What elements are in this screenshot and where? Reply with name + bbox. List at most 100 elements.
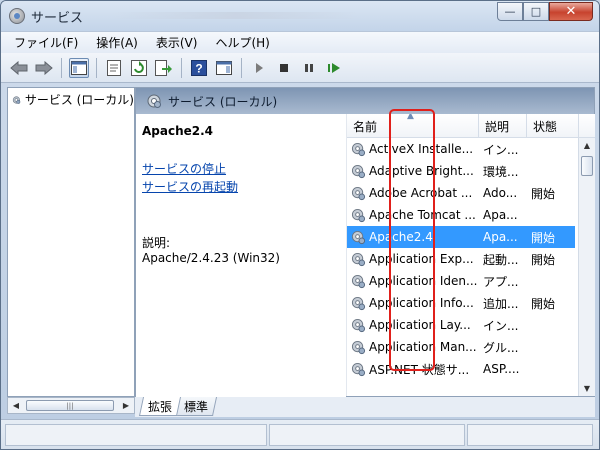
service-name-cell: Application Lay...	[351, 314, 479, 336]
service-gear-icon	[351, 252, 366, 266]
service-gear-icon	[351, 186, 366, 200]
action-pane-icon[interactable]	[214, 58, 234, 78]
tab-standard[interactable]: 標準	[174, 397, 218, 416]
toolbar-separator	[181, 57, 182, 78]
refresh-icon[interactable]	[129, 58, 149, 78]
service-description-cell: イン...	[483, 142, 519, 157]
stop-service-link[interactable]: サービスの停止	[142, 160, 226, 177]
service-name: Application Info...	[369, 296, 474, 310]
service-description-cell: グル...	[483, 340, 519, 355]
export-icon[interactable]	[154, 58, 174, 78]
gear-icon	[147, 94, 161, 108]
stop-icon[interactable]	[274, 58, 294, 78]
service-name: Apache2.4	[369, 230, 433, 244]
list-vertical-scrollbar[interactable]: ▲ ▼	[578, 138, 595, 396]
service-name-cell: Adaptive Bright...	[351, 160, 479, 182]
minimize-button[interactable]: —	[497, 2, 523, 21]
toolbar-separator	[61, 57, 62, 78]
scroll-up-icon[interactable]: ▲	[579, 138, 595, 153]
services-app-icon	[9, 8, 25, 24]
maximize-button[interactable]: □	[523, 2, 549, 21]
window-title: サービス	[31, 11, 84, 26]
table-row[interactable]: Application Man... グル...	[347, 336, 575, 358]
restart-service-link[interactable]: サービスの再起動	[142, 178, 238, 195]
table-row[interactable]: Apache Tomcat ... Apa...	[347, 204, 575, 226]
service-gear-icon	[351, 208, 366, 222]
left-horizontal-scrollbar[interactable]: ◀ ||| ▶	[7, 397, 135, 414]
service-gear-icon	[351, 274, 366, 288]
service-gear-icon	[351, 164, 366, 178]
console-tree-icon[interactable]	[69, 57, 89, 78]
table-row[interactable]: Apache2.4 Apa... 開始	[347, 226, 575, 248]
service-description-cell: Apa...	[483, 208, 518, 222]
forward-icon[interactable]	[34, 58, 54, 78]
scroll-thumb[interactable]	[581, 156, 593, 176]
menu-help[interactable]: ヘルプ(H)	[206, 34, 278, 51]
service-name-cell: Application Man...	[351, 336, 479, 358]
service-detail-panel: Apache2.4 サービスの停止 サービスの再起動 説明: Apache/2.…	[136, 114, 346, 398]
pause-icon[interactable]	[299, 58, 319, 78]
service-name-cell: ActiveX Installe...	[351, 138, 479, 160]
service-description-cell: イン...	[483, 318, 519, 333]
view-tabs: 拡張 標準	[135, 397, 595, 417]
service-status-cell	[531, 138, 571, 160]
title-blurred-area	[111, 12, 361, 19]
scroll-right-icon[interactable]: ▶	[118, 398, 134, 413]
table-row[interactable]: Application Info... 追加... 開始	[347, 292, 575, 314]
service-name: Application Iden...	[369, 274, 478, 288]
pane-header: サービス (ローカル)	[136, 88, 594, 114]
table-row[interactable]: Adobe Acrobat ... Ado... 開始	[347, 182, 575, 204]
description-value: Apache/2.4.23 (Win32)	[142, 251, 280, 265]
properties-icon[interactable]	[104, 58, 124, 78]
column-description-label: 説明	[485, 119, 510, 134]
table-row[interactable]: Adaptive Bright... 環境...	[347, 160, 575, 182]
table-row[interactable]: ASP.NET 状態サ... ASP....	[347, 358, 575, 380]
status-bar-cell	[5, 424, 267, 446]
close-button[interactable]: ✕	[549, 2, 593, 21]
play-icon[interactable]	[249, 58, 269, 78]
service-gear-icon	[351, 296, 366, 310]
restart-icon[interactable]	[324, 58, 344, 78]
service-name: ActiveX Installe...	[369, 142, 474, 156]
service-description-cell: Ado...	[483, 186, 518, 200]
column-header-name[interactable]: 名前 ▲	[347, 114, 479, 138]
menu-file[interactable]: ファイル(F)	[5, 34, 87, 51]
description-label: 説明:	[142, 236, 171, 250]
service-status-cell: 開始	[531, 186, 556, 201]
help-icon[interactable]: ?	[189, 58, 209, 78]
tab-extended[interactable]: 拡張	[138, 397, 182, 416]
tree-item-services-local[interactable]: サービス (ローカル)	[12, 91, 134, 108]
menu-view[interactable]: 表示(V)	[147, 34, 207, 51]
table-row[interactable]: Application Lay... イン...	[347, 314, 575, 336]
service-name: ASP.NET 状態サ...	[369, 362, 470, 377]
service-description-cell: 環境...	[483, 164, 519, 179]
service-status-cell: 開始	[531, 252, 556, 267]
service-status-cell: 開始	[531, 296, 556, 311]
service-name-cell: Apache2.4	[351, 226, 479, 248]
status-bar	[1, 419, 599, 449]
table-row[interactable]: Application Iden... アプ...	[347, 270, 575, 292]
scroll-thumb[interactable]: |||	[26, 400, 114, 411]
service-name: Application Lay...	[369, 318, 471, 332]
services-window: サービス — □ ✕ ファイル(F) 操作(A) 表示(V) ヘルプ(H) ? …	[0, 0, 600, 450]
services-pane: サービス (ローカル) Apache2.4 サービスの停止 サービスの再起動 説…	[135, 87, 595, 398]
back-icon[interactable]	[9, 58, 29, 78]
service-description-cell: アプ...	[483, 274, 519, 289]
tab-extended-label: 拡張	[148, 399, 173, 414]
service-gear-icon	[351, 230, 366, 244]
service-gear-icon	[351, 340, 366, 354]
column-header-status[interactable]: 状態	[527, 114, 579, 138]
column-header-description[interactable]: 説明	[479, 114, 527, 138]
scroll-left-icon[interactable]: ◀	[8, 398, 24, 413]
table-row[interactable]: Application Exp... 起動... 開始	[347, 248, 575, 270]
service-status-cell	[531, 270, 571, 292]
caption-buttons: — □ ✕	[497, 2, 593, 21]
tab-standard-label: 標準	[184, 399, 209, 414]
scroll-down-icon[interactable]: ▼	[579, 381, 595, 396]
column-name-label: 名前	[353, 119, 378, 134]
menu-action[interactable]: 操作(A)	[87, 34, 147, 51]
sort-ascending-icon: ▲	[407, 114, 414, 121]
toolbar-separator	[96, 57, 97, 78]
table-row[interactable]: ActiveX Installe... イン...	[347, 138, 575, 160]
title-bar[interactable]: サービス — □ ✕	[1, 1, 599, 31]
